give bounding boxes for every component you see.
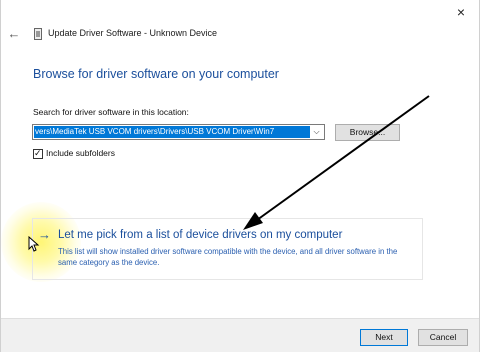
pick-from-list-description: This list will show installed driver sof… [58,247,398,267]
search-location-label: Search for driver software in this locat… [33,107,189,117]
browse-button[interactable]: Browse... [335,124,400,141]
page-heading: Browse for driver software on your compu… [33,67,279,81]
dialog-header: ← Update Driver Software - Unknown Devic… [1,26,479,46]
include-subfolders-label[interactable]: Include subfolders [46,148,115,158]
update-driver-dialog: × ← Update Driver Software - Unknown Dev… [0,0,480,352]
pick-from-list-title[interactable]: Let me pick from a list of device driver… [58,229,342,241]
cancel-button[interactable]: Cancel [418,329,468,346]
annotation-arrow [243,95,430,230]
driver-path-combobox[interactable]: vers\MediaTek USB VCOM drivers\Drivers\U… [32,124,325,140]
mouse-pointer-icon [28,236,40,252]
dialog-title: Update Driver Software - Unknown Device [48,28,218,38]
checkmark-icon: ✓ [34,148,42,158]
device-icon [34,28,42,40]
include-subfolders-checkbox[interactable]: ✓ [33,148,43,159]
chevron-down-icon[interactable]: ⌵ [311,126,322,138]
driver-path-input[interactable]: vers\MediaTek USB VCOM drivers\Drivers\U… [34,126,310,138]
dialog-footer: Next Cancel [1,318,479,352]
pick-from-list-option[interactable]: → Let me pick from a list of device driv… [32,218,423,280]
back-arrow-icon[interactable]: ← [7,27,21,41]
next-button[interactable]: Next [360,329,408,346]
close-icon[interactable]: × [453,4,469,20]
